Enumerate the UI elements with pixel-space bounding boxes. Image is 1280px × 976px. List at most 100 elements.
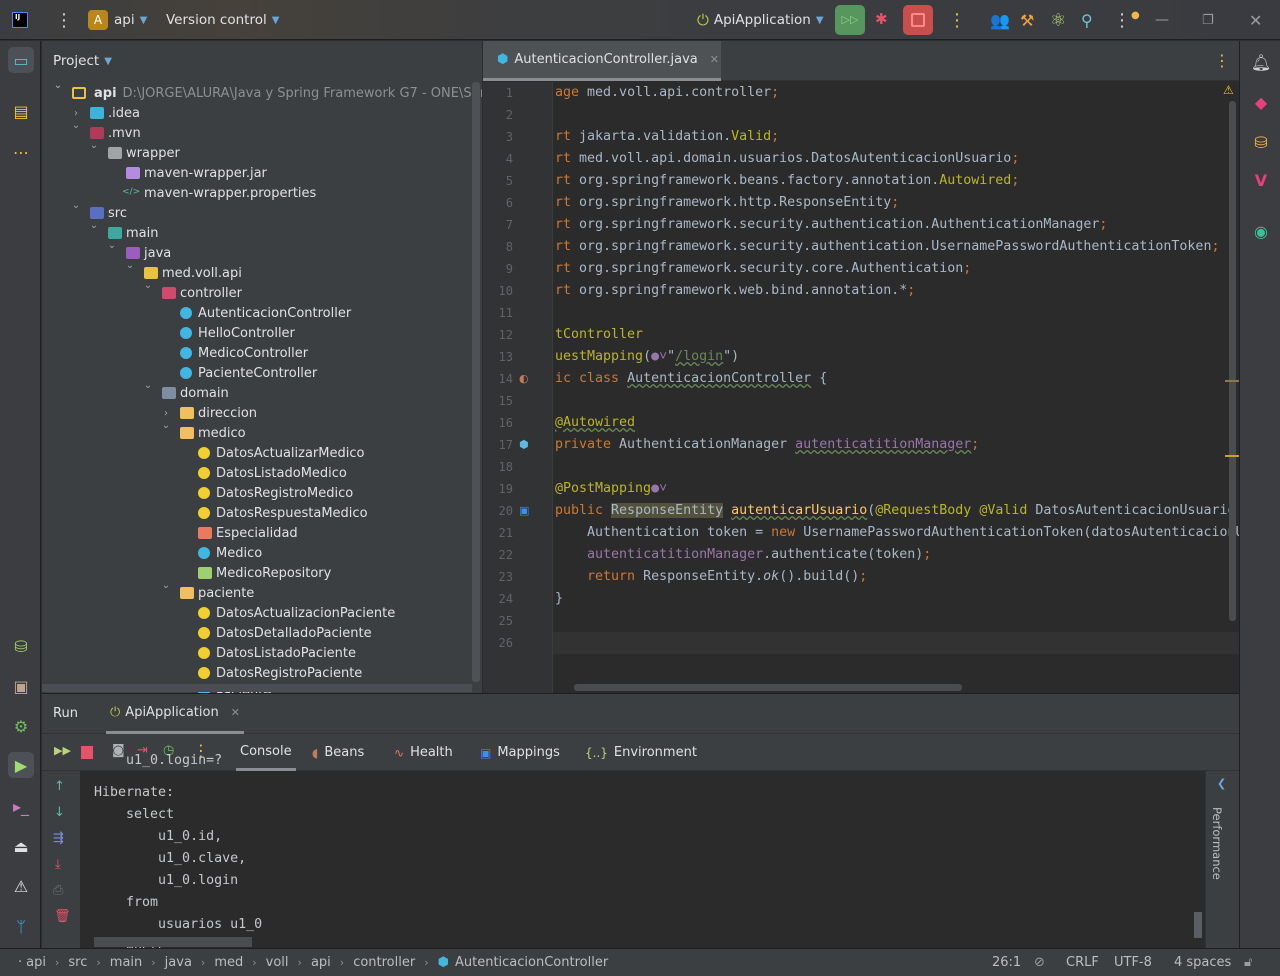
chevron-down-icon[interactable]: ⌄ [88, 220, 100, 231]
stop-button[interactable] [903, 5, 933, 35]
tree-item[interactable]: ⌄ .mvn [42, 120, 482, 143]
notifications-bell-icon[interactable]: 🔔︎ [1248, 49, 1274, 75]
minimize-button[interactable]: — [1155, 0, 1169, 40]
structure-tool-icon[interactable]: ▤ [8, 98, 34, 124]
tree-item[interactable]: ⌄ medico [42, 420, 482, 443]
intellij-logo-icon[interactable]: IJ [12, 0, 28, 40]
tree-item[interactable]: ⌄ api D:\JORGE\ALURA\Java y Spring Framewo… [42, 83, 482, 103]
breadcrumb-item[interactable]: med [214, 955, 243, 970]
breadcrumb-item[interactable]: controller [353, 955, 415, 970]
console-vertical-scrollbar[interactable] [1194, 912, 1202, 938]
endpoint-gutter-icon[interactable]: ▣ [519, 504, 529, 517]
breadcrumb-item[interactable]: api [26, 955, 46, 970]
tree-item[interactable]: ⌄ controller [42, 280, 482, 303]
autowired-gutter-icon[interactable]: ⬢ [519, 438, 529, 451]
chevron-down-icon[interactable]: ⌄ [70, 200, 82, 211]
chevron-down-icon[interactable]: ⌄ [142, 280, 154, 291]
close-tab-icon[interactable]: ✕ [710, 53, 719, 66]
tab-beans[interactable]: ◖ Beans [312, 734, 364, 771]
tree-item[interactable]: ⌄ domain [42, 380, 482, 403]
tree-item[interactable]: AutenticacionController [42, 303, 482, 323]
error-stripe-mark[interactable] [1225, 455, 1239, 457]
database-icon[interactable]: ⛁ [8, 633, 34, 659]
close-tab-icon[interactable]: ✕ [231, 706, 240, 719]
tree-item[interactable]: ⌄ src [42, 200, 482, 223]
tree-item[interactable]: MedicoController [42, 343, 482, 363]
settings-gear-icon[interactable]: ⚙ [8, 713, 34, 739]
warning-icon[interactable]: ⚠ [1223, 83, 1234, 97]
caret-position[interactable]: 26:1 [992, 955, 1021, 970]
tree-item[interactable]: </> maven-wrapper.properties [42, 183, 482, 203]
check-plugin-icon[interactable]: ◉ [1248, 218, 1274, 244]
vaadin-icon[interactable]: V [1248, 167, 1274, 193]
chevron-down-icon[interactable]: ⌄ [70, 120, 82, 131]
more-tools-icon[interactable]: ⋯ [8, 139, 34, 165]
print-icon[interactable]: ⎙ [53, 883, 63, 898]
tree-item[interactable]: ⌄ java [42, 240, 482, 263]
tools-icon[interactable]: ⚒ [1020, 0, 1034, 40]
tree-item[interactable]: › .idea [42, 103, 482, 123]
editor-tab[interactable]: ⬢ AutenticacionController.java ✕ [483, 41, 721, 81]
chevron-down-icon[interactable]: ⌄ [52, 83, 64, 91]
problems-warning-icon[interactable]: ⚠ [8, 873, 34, 899]
atom-plugin-icon[interactable]: ⚛ [1050, 0, 1066, 40]
indent-setting[interactable]: 4 spaces [1174, 955, 1231, 970]
chevron-down-icon[interactable]: ⌄ [106, 240, 118, 251]
tree-item[interactable]: DatosActualizarMedico [42, 443, 482, 463]
tree-item[interactable]: DatosDetalladoPaciente [42, 623, 482, 643]
unlock-icon[interactable]: 🔓︎ [1244, 955, 1252, 970]
scroll-to-end-icon[interactable]: ⤓ [55, 857, 61, 872]
tree-item[interactable]: PacienteController [42, 363, 482, 383]
performance-side-panel[interactable]: ❮ Performance [1205, 771, 1239, 949]
tab-console[interactable]: Console [236, 734, 296, 771]
editor-vertical-scrollbar[interactable] [1229, 101, 1236, 621]
rerun-button[interactable]: ▷▷ [835, 5, 865, 35]
tree-item[interactable]: DatosRegistroMedico [42, 483, 482, 503]
tree-item[interactable]: ⌄ paciente [42, 580, 482, 603]
breadcrumb-item[interactable]: AutenticacionController [455, 955, 608, 970]
tab-mappings[interactable]: ▣ Mappings [480, 734, 560, 771]
breadcrumb-item[interactable]: voll [266, 955, 289, 970]
services-alarm-icon[interactable]: ⏏ [8, 833, 34, 859]
chevron-left-icon[interactable]: ❮ [1217, 777, 1226, 790]
project-vertical-scrollbar[interactable] [472, 82, 480, 682]
ai-assistant-icon[interactable]: ◆ [1248, 89, 1274, 115]
vcs-selector[interactable]: Version control ▼ [166, 0, 279, 40]
scroll-down-arrow-icon[interactable]: ↓ [54, 805, 65, 820]
tree-item[interactable]: Medico [42, 543, 482, 563]
chevron-down-icon[interactable]: ⌄ [160, 420, 172, 431]
soft-wrap-icon[interactable]: ⇶ [53, 831, 64, 846]
error-stripe-mark[interactable] [1225, 380, 1239, 382]
close-window-button[interactable]: ✕ [1249, 0, 1262, 40]
project-tool-icon[interactable]: ▭ [8, 47, 34, 73]
tab-health[interactable]: ∿ Health [394, 734, 453, 771]
breadcrumb-item[interactable]: java [165, 955, 192, 970]
restore-button[interactable]: ❐ [1202, 0, 1214, 40]
tab-environment[interactable]: {..} Environment [585, 734, 697, 771]
breadcrumb-item[interactable]: src [68, 955, 87, 970]
project-horizontal-scrollbar[interactable] [42, 684, 472, 692]
editor-horizontal-scrollbar[interactable] [574, 684, 962, 691]
stop-icon[interactable] [81, 746, 93, 759]
rerun-icon[interactable]: ▶▶ [54, 744, 71, 757]
tree-item[interactable]: HelloController [42, 323, 482, 343]
main-menu-button[interactable]: ⋮ [55, 0, 73, 40]
project-selector[interactable]: A api ▼ [88, 0, 147, 40]
chevron-right-icon[interactable]: › [70, 108, 82, 119]
chevron-down-icon[interactable]: ⌄ [124, 260, 136, 271]
file-encoding[interactable]: UTF-8 [1114, 955, 1152, 970]
no-insights-icon[interactable]: ⊘ [1034, 955, 1045, 970]
code-editor[interactable]: ⬢ AutenticacionController.java ✕ ⋮ 12345… [483, 41, 1244, 693]
tree-item[interactable]: DatosRespuestaMedico [42, 503, 482, 523]
editor-more-icon[interactable]: ⋮ [1214, 51, 1230, 70]
tree-item[interactable]: Especialidad [42, 523, 482, 543]
database-tool-icon[interactable]: ⛁ [1248, 129, 1274, 155]
breadcrumb-item[interactable]: main [110, 955, 142, 970]
run-tool-icon[interactable]: ▶ [8, 752, 34, 778]
tree-item[interactable]: DatosListadoPaciente [42, 643, 482, 663]
tree-item[interactable]: › direccion [42, 403, 482, 423]
console-horizontal-scrollbar[interactable] [94, 937, 252, 947]
tree-item[interactable]: maven-wrapper.jar [42, 163, 482, 183]
debug-bug-icon[interactable]: ✱ [875, 10, 888, 28]
tree-item[interactable]: ⌄ med.voll.api [42, 260, 482, 283]
